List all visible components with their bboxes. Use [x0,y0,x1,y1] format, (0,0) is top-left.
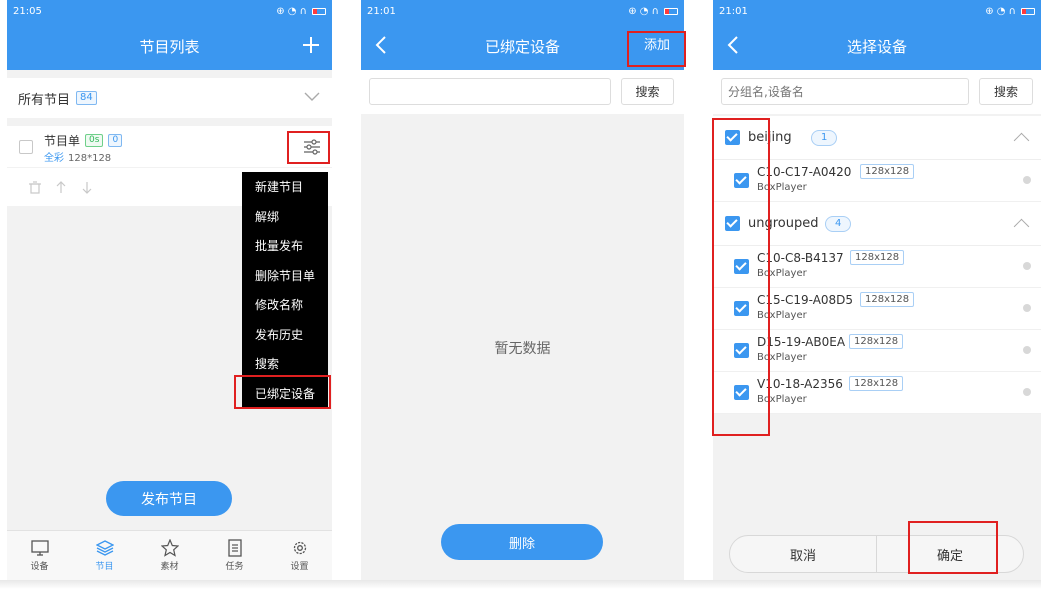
program-count-badge: 0 [108,134,123,147]
menu-delete-list[interactable]: 删除节目单 [242,261,328,291]
cancel-button[interactable]: 取消 [730,536,876,572]
tab-devices[interactable]: 设备 [7,531,72,580]
program-resolution: 128*128 [68,153,112,164]
nav-bar: 节目列表 [7,22,332,70]
search-bar: 搜索 [361,70,684,114]
status-icons: ⊕ ◔ ∩ [276,5,307,17]
tab-label: 任务 [225,562,244,572]
menu-rename[interactable]: 修改名称 [242,290,328,320]
status-bar: 21:01 ⊕ ◔ ∩ [713,0,1041,22]
tab-materials[interactable]: 素材 [137,531,202,580]
tab-tasks[interactable]: 任务 [202,531,267,580]
group-count-badge: 1 [811,129,838,146]
search-input[interactable] [721,78,969,105]
status-time: 21:01 [719,5,748,17]
status-bar: 21:05 ⊕ ◔ ∩ [7,0,332,22]
status-time: 21:05 [13,5,42,17]
battery-icon [1021,7,1035,15]
program-row[interactable]: 节目单 0s 0 全彩 128*128 [7,126,332,167]
empty-state-text: 暂无数据 [494,341,551,357]
device-resolution-badge: 128x128 [850,250,905,265]
tab-label: 设备 [30,562,49,572]
tab-label: 节目 [95,562,114,572]
device-id: C15-C19-A08D5 [757,293,854,307]
highlight-box-bound-devices [234,375,331,409]
device-resolution-badge: 128x128 [849,376,904,391]
status-dot [1023,176,1031,184]
tab-settings[interactable]: 设置 [267,531,332,580]
tab-label: 素材 [160,562,179,572]
highlight-box-add [627,31,686,67]
status-dot [1023,304,1031,312]
program-action-menu: 新建节目 解绑 批量发布 删除节目单 修改名称 发布历史 搜索 已绑定设备 [242,172,328,408]
menu-new-program[interactable]: 新建节目 [242,172,328,202]
gear-icon [293,541,306,555]
device-resolution-badge: 128x128 [849,334,904,349]
all-programs-row[interactable]: 所有节目 84 [7,78,332,118]
page-title: 已绑定设备 [484,37,560,56]
status-dot [1023,346,1031,354]
device-id: C10-C8-B4137 [757,251,844,265]
menu-publish-history[interactable]: 发布历史 [242,320,328,350]
search-bar: 搜索 [713,70,1041,114]
duration-badge: 0s [85,134,104,147]
tab-programs[interactable]: 节目 [72,531,137,580]
search-input[interactable] [369,78,611,105]
trash-icon[interactable] [29,180,41,194]
highlight-box-checkboxes [712,118,770,436]
battery-icon [664,7,678,15]
back-arrow-icon[interactable] [371,34,393,56]
all-programs-label: 所有节目 [18,92,71,108]
program-list-screen: 21:05 ⊕ ◔ ∩ 节目列表 所有节目 84 节目单 0s 0 全彩 128*… [7,0,332,580]
layers-icon [95,540,114,556]
chevron-up-icon[interactable] [1013,132,1030,149]
program-name: 节目单 [44,134,81,148]
arrow-up-icon[interactable] [55,180,67,194]
list-icon [227,539,242,557]
battery-icon [312,7,326,15]
device-id: D15-19-AB0EA [757,335,846,349]
highlight-box-settings [287,131,330,164]
status-icons: ⊕ ◔ ∩ [985,5,1016,17]
status-bar: 21:01 ⊕ ◔ ∩ [361,0,684,22]
nav-bar: 选择设备 [713,22,1041,70]
back-arrow-icon[interactable] [723,34,745,56]
all-programs-count: 84 [76,91,97,105]
star-icon [160,539,179,557]
bound-devices-screen: 21:01 ⊕ ◔ ∩ 已绑定设备 添加 搜索 暂无数据 删除 [361,0,684,580]
menu-batch-publish[interactable]: 批量发布 [242,231,328,261]
group-count-badge: 4 [825,215,852,232]
search-button[interactable]: 搜索 [979,78,1033,105]
program-checkbox[interactable] [19,140,33,154]
page-title: 选择设备 [846,37,907,56]
tab-label: 设置 [290,562,309,572]
delete-button[interactable]: 删除 [441,524,603,560]
menu-unbind[interactable]: 解绑 [242,202,328,232]
monitor-icon [30,540,49,556]
search-button[interactable]: 搜索 [621,78,674,105]
status-dot [1023,388,1031,396]
device-id: C10-C17-A0420 [757,165,852,179]
device-resolution-badge: 128x128 [860,292,915,307]
page-title: 节目列表 [139,37,200,56]
device-resolution-badge: 128x128 [860,164,915,179]
publish-program-button[interactable]: 发布节目 [106,481,232,516]
color-mode: 全彩 [44,153,64,164]
plus-icon[interactable] [300,34,322,56]
status-time: 21:01 [367,5,396,17]
chevron-up-icon[interactable] [1013,218,1030,235]
bottom-tab-bar: 设备 节目 素材 任务 设置 [7,530,332,580]
status-dot [1023,262,1031,270]
status-icons: ⊕ ◔ ∩ [628,5,659,17]
chevron-down-icon[interactable] [304,92,320,102]
highlight-box-confirm [908,521,998,574]
arrow-down-icon[interactable] [81,181,93,194]
